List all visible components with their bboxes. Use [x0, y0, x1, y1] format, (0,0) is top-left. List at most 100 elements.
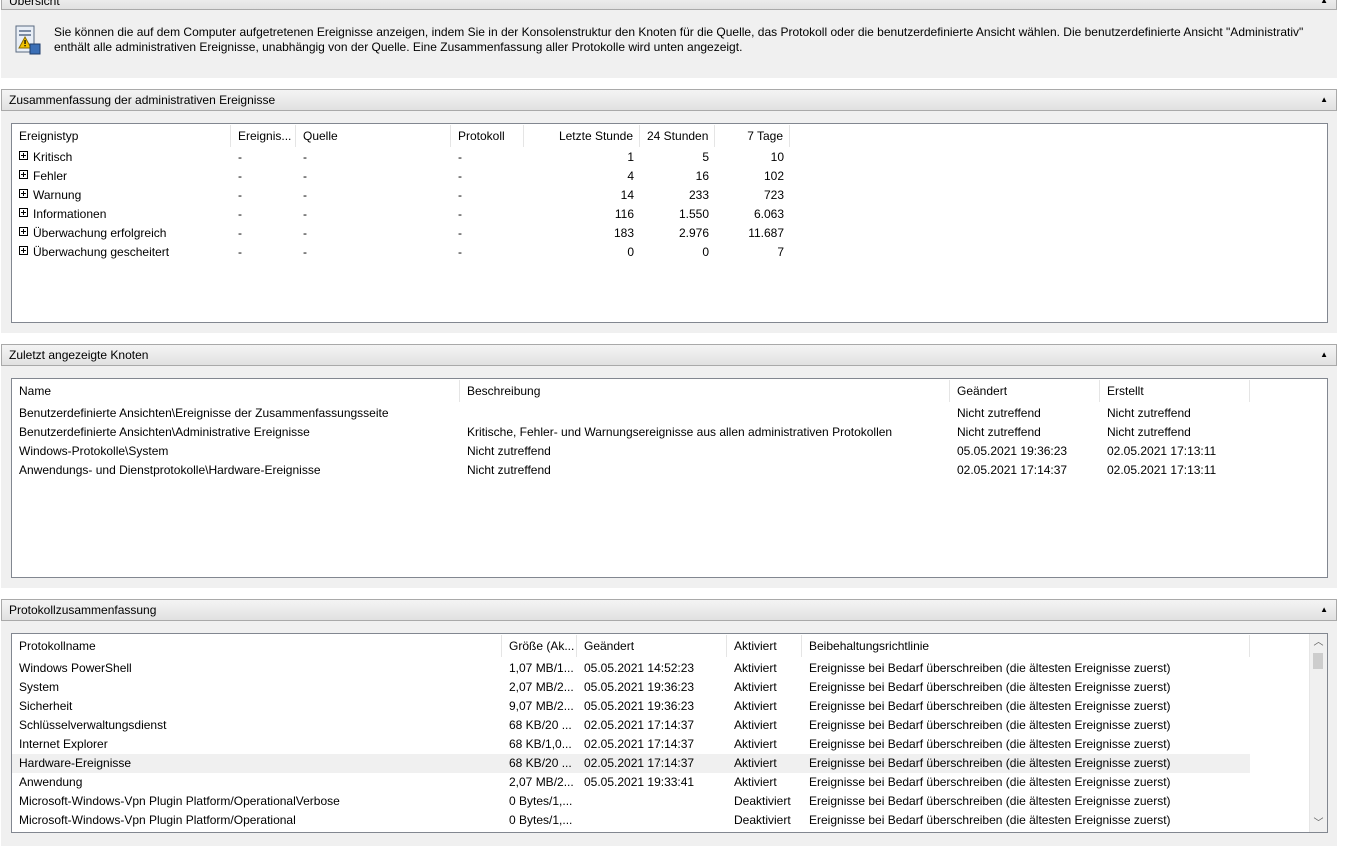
count-24-hours: 0	[702, 245, 709, 259]
node-changed: Nicht zutreffend	[957, 406, 1041, 420]
plus-box-icon[interactable]	[19, 246, 28, 256]
chevron-up-icon[interactable]: ▲	[1320, 345, 1328, 365]
table-row[interactable]: Windows PowerShell 1,07 MB/1... 05.05.2021…	[12, 659, 1250, 678]
node-created: 02.05.2021 17:13:11	[1107, 444, 1217, 458]
node-name: Anwendungs- und Dienstprotokolle\Hardwar…	[19, 463, 321, 477]
table-row[interactable]: Überwachung gescheitert - - - 0 0 7	[12, 243, 1327, 262]
event-log: -	[458, 207, 462, 221]
log-summary-scrollbar[interactable]: ︿ ﹀	[1309, 634, 1327, 832]
table-row[interactable]: Internet Explorer 68 KB/1,0... 02.05.2021 …	[12, 735, 1250, 754]
node-created: Nicht zutreffend	[1107, 406, 1191, 420]
column-header-name[interactable]: Name	[12, 380, 460, 402]
plus-box-icon[interactable]	[19, 208, 28, 218]
column-header-protokoll[interactable]: Protokoll	[451, 125, 524, 147]
column-header-7-tage[interactable]: 7 Tage	[715, 125, 790, 147]
event-id: -	[238, 150, 242, 164]
column-header-letzte-stunde[interactable]: Letzte Stunde	[524, 125, 640, 147]
node-created: Nicht zutreffend	[1107, 425, 1191, 439]
column-header-geaendert[interactable]: Geändert	[577, 635, 727, 657]
recent-nodes-body: Name Beschreibung Geändert Erstellt Benu…	[1, 366, 1337, 588]
scroll-down-icon[interactable]: ﹀	[1310, 815, 1327, 832]
column-header-beschreibung[interactable]: Beschreibung	[460, 380, 950, 402]
admin-summary-body: Ereignistyp Ereignis... Quelle Protokoll…	[1, 111, 1337, 333]
log-retention-policy: Ereignisse bei Bedarf überschreiben (die…	[809, 756, 1171, 770]
table-row[interactable]: Schlüsselverwaltungsdienst 68 KB/20 ... 02…	[12, 716, 1250, 735]
event-source: -	[303, 226, 307, 240]
log-size: 2,07 MB/2...	[509, 775, 574, 789]
event-type: Informationen	[12, 205, 231, 224]
chevron-up-icon[interactable]: ▲	[1320, 600, 1328, 620]
chevron-up-icon[interactable]: ▲	[1320, 90, 1328, 110]
table-row[interactable]: Microsoft-Windows-Vpn Plugin Platform/Op…	[12, 792, 1250, 811]
column-header-beibehaltungsrichtlinie[interactable]: Beibehaltungsrichtlinie	[802, 635, 1250, 657]
table-row[interactable]: Benutzerdefinierte Ansichten\Ereignisse …	[12, 404, 1327, 423]
plus-box-icon[interactable]	[19, 189, 28, 199]
count-7-days: 102	[763, 169, 784, 183]
plus-box-icon[interactable]	[19, 170, 28, 180]
column-header-ereignis-id[interactable]: Ereignis...	[231, 125, 296, 147]
log-size: 68 KB/20 ...	[509, 718, 572, 732]
table-row[interactable]: Hardware-Ereignisse 68 KB/20 ... 02.05.202…	[12, 754, 1250, 773]
table-row[interactable]: Fehler - - - 4 16 102	[12, 167, 1327, 186]
column-header-aktiviert[interactable]: Aktiviert	[727, 635, 802, 657]
log-changed: 02.05.2021 17:14:37	[584, 718, 695, 732]
count-last-hour: 4	[627, 169, 634, 183]
log-name: Anwendung	[19, 775, 83, 789]
table-row[interactable]: Überwachung erfolgreich - - - 183 2.976 11.687	[12, 224, 1327, 243]
column-header-groesse[interactable]: Größe (Ak...	[502, 635, 577, 657]
overview-header[interactable]: Übersicht ▲	[1, 0, 1337, 10]
count-24-hours: 16	[695, 169, 709, 183]
log-name: System	[19, 680, 60, 694]
chevron-up-icon[interactable]: ▲	[1320, 0, 1328, 9]
recent-nodes-list[interactable]: Name Beschreibung Geändert Erstellt Benu…	[11, 378, 1328, 578]
log-name: Microsoft-Windows-Vpn Plugin Platform/Op…	[19, 794, 340, 808]
count-7-days: 10	[770, 150, 784, 164]
table-row[interactable]: Microsoft-Windows-Vpn Plugin Platform/Op…	[12, 811, 1250, 830]
node-description: Kritische, Fehler- und Warnungsereigniss…	[467, 425, 893, 439]
plus-box-icon[interactable]	[19, 151, 28, 161]
log-retention-policy: Ereignisse bei Bedarf überschreiben (die…	[809, 813, 1171, 827]
plus-box-icon[interactable]	[19, 227, 28, 237]
table-row[interactable]: Anwendungs- und Dienstprotokolle\Hardwar…	[12, 461, 1327, 480]
column-header-24-stunden[interactable]: 24 Stunden	[640, 125, 715, 147]
column-header-quelle[interactable]: Quelle	[296, 125, 451, 147]
table-row[interactable]: Anwendung 2,07 MB/2... 05.05.2021 19:33:41…	[12, 773, 1250, 792]
column-header-protokollname[interactable]: Protokollname	[12, 635, 502, 657]
table-row[interactable]: Warnung - - - 14 233 723	[12, 186, 1327, 205]
log-enabled: Aktiviert	[734, 661, 777, 675]
table-row[interactable]: Kritisch - - - 1 5 10	[12, 148, 1327, 167]
admin-summary-list[interactable]: Ereignistyp Ereignis... Quelle Protokoll…	[11, 123, 1328, 323]
log-summary-header[interactable]: Protokollzusammenfassung ▲	[1, 599, 1337, 621]
count-24-hours: 233	[688, 188, 709, 202]
scroll-up-icon[interactable]: ︿	[1310, 634, 1327, 651]
recent-nodes-header[interactable]: Zuletzt angezeigte Knoten ▲	[1, 344, 1337, 366]
admin-summary-header[interactable]: Zusammenfassung der administrativen Erei…	[1, 89, 1337, 111]
column-header-ereignistyp[interactable]: Ereignistyp	[12, 125, 231, 147]
admin-summary-column-headers: Ereignistyp Ereignis... Quelle Protokoll…	[12, 125, 1327, 147]
log-name: Windows PowerShell	[19, 661, 132, 675]
scrollbar-thumb[interactable]	[1313, 653, 1323, 669]
event-type: Fehler	[12, 167, 231, 186]
table-row[interactable]: Benutzerdefinierte Ansichten\Administrat…	[12, 423, 1327, 442]
event-type-text: Überwachung erfolgreich	[33, 226, 167, 240]
log-name: Sicherheit	[19, 699, 73, 713]
count-24-hours: 1.550	[678, 207, 709, 221]
event-id: -	[238, 245, 242, 259]
table-row[interactable]: Sicherheit 9,07 MB/2... 05.05.2021 19:36:2…	[12, 697, 1250, 716]
node-changed: 02.05.2021 17:14:37	[957, 463, 1068, 477]
log-size: 68 KB/1,0...	[509, 737, 572, 751]
log-name: Schlüsselverwaltungsdienst	[19, 718, 167, 732]
count-last-hour: 0	[627, 245, 634, 259]
table-row[interactable]: System 2,07 MB/2... 05.05.2021 19:36:23 Akt…	[12, 678, 1250, 697]
log-summary-list[interactable]: Protokollname Größe (Ak... Geändert Akti…	[11, 633, 1328, 833]
table-row[interactable]: Informationen - - - 116 1.550 6.063	[12, 205, 1327, 224]
column-header-erstellt[interactable]: Erstellt	[1100, 380, 1250, 402]
log-retention-policy: Ereignisse bei Bedarf überschreiben (die…	[809, 661, 1171, 675]
event-type-text: Informationen	[33, 207, 107, 221]
count-last-hour: 14	[620, 188, 634, 202]
column-header-geaendert[interactable]: Geändert	[950, 380, 1100, 402]
table-row[interactable]: Windows-Protokolle\System Nicht zutreffen…	[12, 442, 1327, 461]
event-log: -	[458, 188, 462, 202]
log-changed: 02.05.2021 17:14:37	[584, 756, 695, 770]
count-last-hour: 1	[627, 150, 634, 164]
